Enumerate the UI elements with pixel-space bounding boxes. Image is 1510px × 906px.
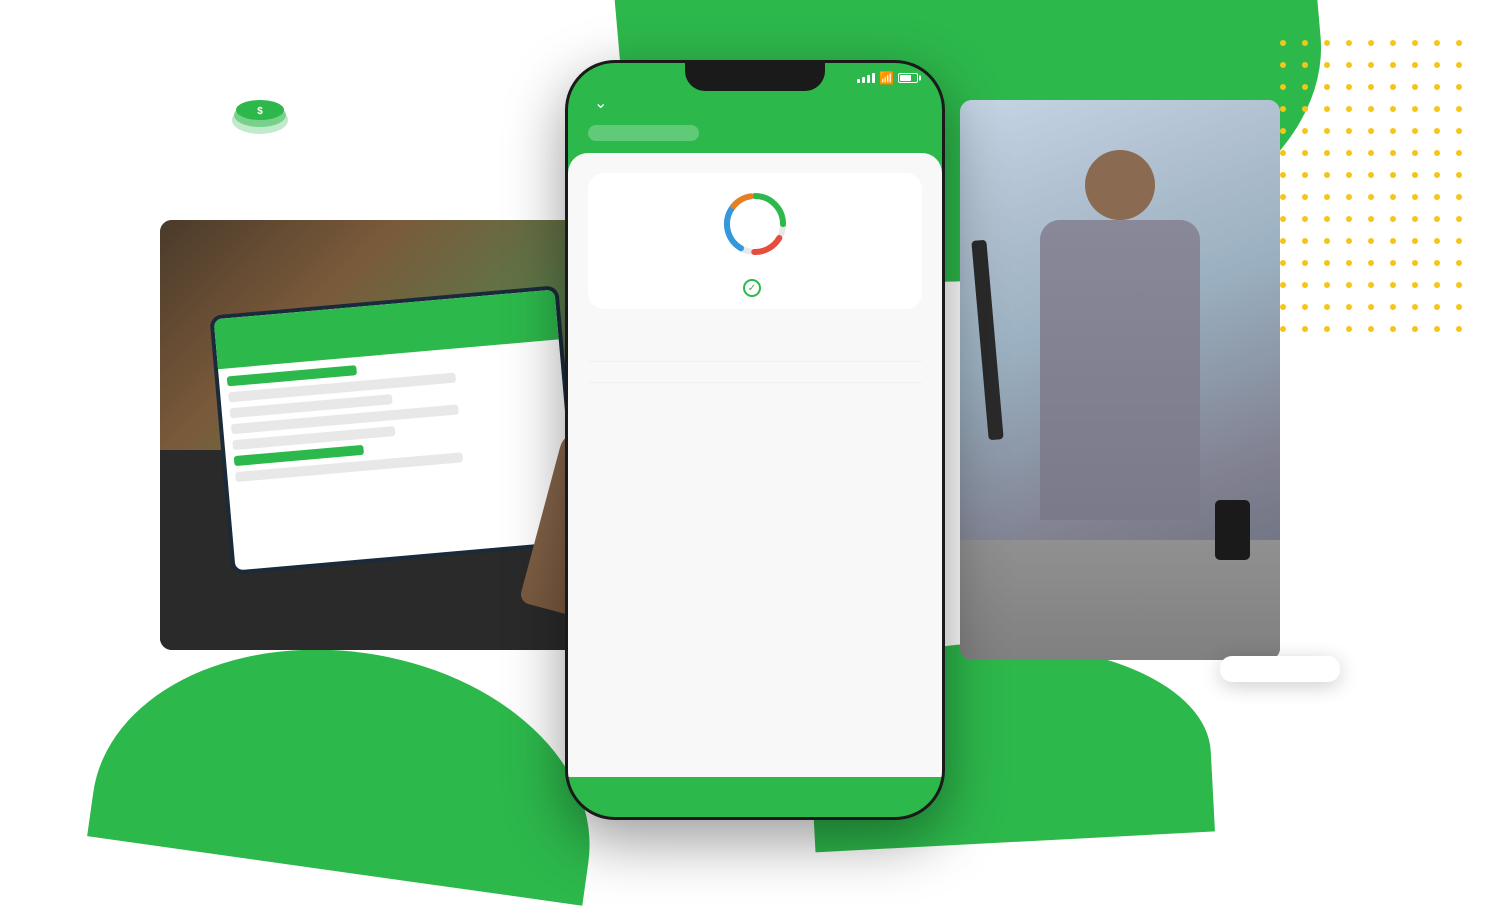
person-body: [1040, 220, 1200, 520]
wifi-icon: 📶: [879, 71, 894, 85]
tab-planned[interactable]: [588, 125, 699, 141]
everydollar-logo-icon: $: [230, 100, 290, 140]
svg-text:$: $: [257, 106, 263, 117]
app-header: ⌄: [568, 89, 942, 125]
phone-in-hand: [1215, 500, 1250, 560]
phone-inner-screen: 📶 ⌄: [568, 63, 942, 817]
tab-spent[interactable]: [699, 125, 810, 141]
phone-notch: [685, 63, 825, 91]
phone-status-icons: 📶: [857, 71, 918, 85]
person-bg: [960, 100, 1280, 660]
tablet-screen: [214, 290, 577, 571]
app-title-row: ⌄: [588, 93, 607, 113]
phone-outer-shell: 📶 ⌄: [565, 60, 945, 820]
app-chevron-icon[interactable]: ⌄: [594, 93, 607, 113]
everydollar-badge: ✓: [743, 279, 767, 297]
phone-mockup: 📶 ⌄: [565, 60, 945, 820]
tablet-device: [209, 285, 580, 575]
donut-svg: [720, 189, 790, 259]
logo-area: $: [230, 100, 300, 140]
signal-icon: [857, 73, 875, 83]
app-tabs: [568, 125, 942, 141]
page-content: $: [0, 0, 1510, 812]
giving-section-header: [588, 399, 922, 413]
income-row-1[interactable]: [588, 341, 922, 362]
bag-strap: [971, 240, 1003, 441]
badge-check-icon: ✓: [743, 279, 761, 297]
logo-container: $: [230, 100, 300, 140]
budget-summary-card: ✓: [588, 173, 922, 309]
person-head: [1085, 150, 1155, 220]
battery-icon: [898, 73, 918, 83]
battery-tip: [919, 76, 921, 81]
tab-remaining[interactable]: [811, 125, 922, 141]
budget-donut-chart: [720, 189, 790, 259]
income-section-header: [588, 325, 922, 341]
app-content: ✓: [568, 153, 942, 777]
add-item-button[interactable]: [588, 383, 922, 399]
income-row-2[interactable]: [588, 362, 922, 383]
person-photo: [960, 100, 1280, 660]
transaction-card: [1220, 656, 1340, 682]
battery-fill: [900, 75, 911, 81]
